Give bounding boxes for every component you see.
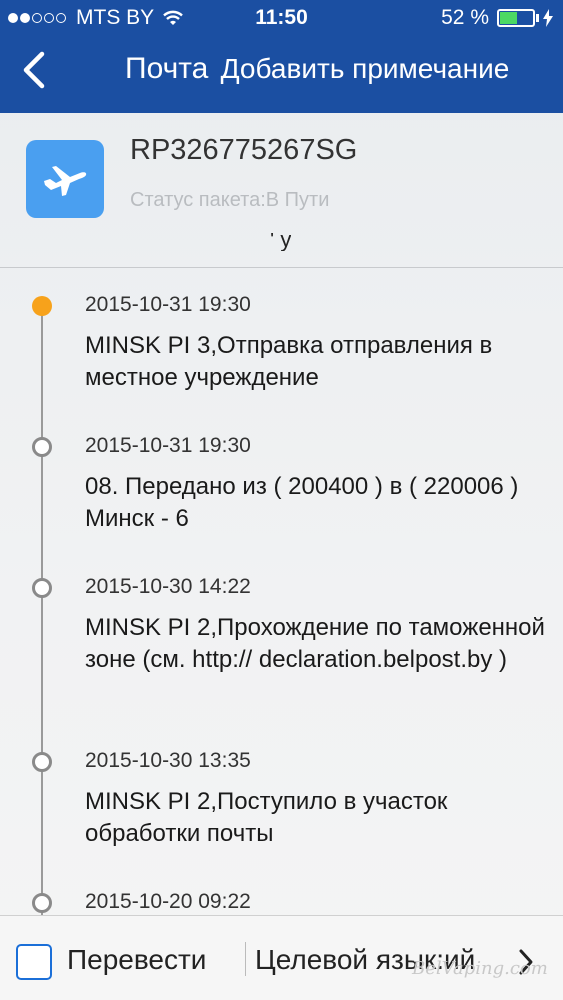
airplane-icon — [44, 166, 87, 196]
timeline-marker — [32, 752, 52, 772]
chevron-left-icon — [23, 51, 45, 89]
event-date: 2015-10-30 14:22 — [85, 575, 251, 598]
bolt-icon — [543, 9, 553, 27]
translate-label[interactable]: Перевести — [67, 944, 206, 976]
battery-info: 52 % — [441, 6, 553, 30]
add-note-button[interactable]: Добавить примечание — [221, 53, 510, 84]
timeline-marker — [32, 437, 52, 457]
toolbar-divider — [245, 942, 246, 976]
package-type-icon — [26, 140, 104, 218]
event-description: MINSK PI 2,Поступило в участок обработки… — [85, 788, 448, 847]
nav-title: Почта Добавить примечание — [125, 52, 509, 86]
translate-checkbox[interactable] — [16, 944, 52, 980]
tracking-number: RP326775267SG — [130, 134, 358, 166]
clipped-text: ' у — [270, 233, 292, 251]
event-description: MINSK PI 3,Отправка отправления в местно… — [85, 332, 493, 391]
back-button[interactable] — [18, 50, 62, 98]
battery-icon — [497, 9, 535, 27]
timeline-line — [41, 305, 43, 915]
package-status: Статус пакета:В Пути — [130, 189, 330, 211]
watermark: BelVaping.com — [412, 958, 548, 979]
timeline-marker — [32, 296, 52, 316]
event-date: 2015-10-20 09:22 — [85, 890, 251, 913]
navigation-bar: MTS BY 11:50 52 % Почта Добавить примеча… — [0, 0, 563, 113]
event-date: 2015-10-31 19:30 — [85, 434, 251, 457]
page-title: Почта — [125, 52, 209, 85]
timeline-marker — [32, 893, 52, 913]
event-description: 08. Передано из ( 200400 ) в ( 220006 ) … — [85, 473, 519, 532]
event-date: 2015-10-31 19:30 — [85, 293, 251, 316]
event-date: 2015-10-30 13:35 — [85, 749, 251, 772]
timeline-marker — [32, 578, 52, 598]
event-description: MINSK PI 2,Прохождение по таможенной зон… — [85, 614, 545, 673]
status-bar: MTS BY 11:50 52 % — [0, 0, 563, 38]
battery-percent: 52 % — [441, 6, 489, 29]
divider — [0, 267, 563, 268]
